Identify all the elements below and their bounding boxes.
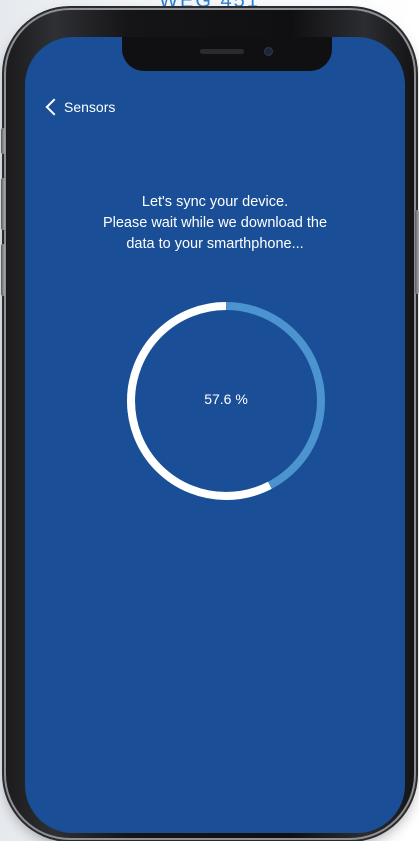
front-camera-icon xyxy=(264,47,273,56)
power-button xyxy=(415,210,419,294)
progress-percent-text: 57.6 % xyxy=(204,391,248,407)
sync-message-line-3: data to your smarthphone... xyxy=(126,236,304,252)
sync-message-line-2: Please wait while we download the xyxy=(102,215,328,231)
back-button[interactable]: Sensors xyxy=(44,98,116,116)
sync-progress-ring: 57.6 % xyxy=(124,299,328,503)
sync-message-line-1: Let's sync your device. xyxy=(141,194,289,210)
silent-switch xyxy=(1,128,5,154)
chevron-left-icon xyxy=(45,98,63,116)
volume-up-button xyxy=(1,178,5,230)
phone-screen: Sensors Let's sync your device. Please w… xyxy=(25,37,405,833)
volume-down-button xyxy=(1,244,5,296)
back-button-label: Sensors xyxy=(64,99,116,115)
speaker-grille xyxy=(200,49,244,54)
phone-frame: Sensors Let's sync your device. Please w… xyxy=(1,10,419,838)
sync-message: Let's sync your device. Please wait whil… xyxy=(25,192,405,255)
notch xyxy=(122,37,332,71)
page: WEG 451 Sensors Let's sync your device. … xyxy=(0,0,419,841)
